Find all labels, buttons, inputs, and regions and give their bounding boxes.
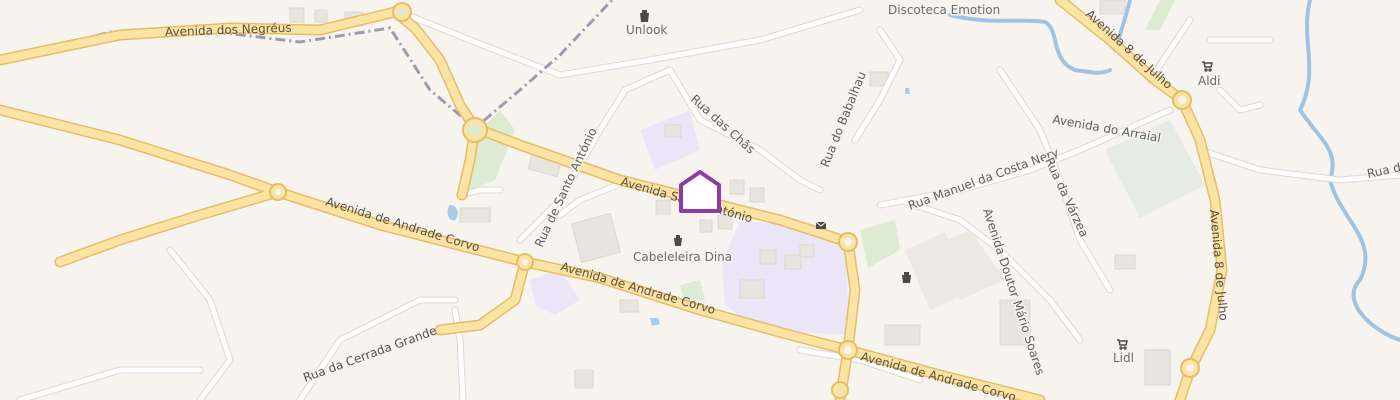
- park-area-east: [860, 220, 900, 268]
- poi-post-office[interactable]: [815, 221, 827, 229]
- major-road-casings: [0, 0, 1228, 400]
- map-canvas: Avenida dos Negréus Avenida Santo Antóni…: [0, 0, 1400, 400]
- label-discoteca-emotion: Discoteca Emotion: [888, 3, 1000, 17]
- label-avenida-andrade-corvo: Avenida de Andrade Corvo: [859, 349, 1017, 400]
- education-area: [640, 110, 700, 170]
- shop-bag-icon: [640, 10, 649, 22]
- shop-bag-icon: [674, 235, 682, 246]
- label-avenida-andrade-corvo: Avenida de Andrade Corvo: [324, 194, 481, 254]
- label-rua-cerrada-grande: Rua da Cerrada Grande: [301, 323, 438, 384]
- roundabout-icon: [831, 381, 849, 399]
- home-marker-icon[interactable]: [679, 170, 721, 213]
- map-view[interactable]: Avenida dos Negréus Avenida Santo Antóni…: [0, 0, 1400, 400]
- shopping-cart-icon: [1202, 61, 1213, 72]
- shopping-cart-icon: [1117, 339, 1128, 350]
- label-avenida-negreus: Avenida dos Negréus: [165, 21, 292, 39]
- poi-supermarket[interactable]: [902, 272, 911, 283]
- major-road-spur-south: [436, 258, 529, 334]
- major-roads: [0, 0, 1226, 400]
- label-aldi: Aldi: [1198, 74, 1221, 88]
- park-area-north: [1145, 0, 1175, 30]
- label-lidl: Lidl: [1113, 351, 1134, 365]
- shop-bag-icon: [902, 272, 911, 283]
- label-rua-manuel-costa-nery: Rua Manuel da Costa Nery: [906, 145, 1060, 213]
- poi-lidl[interactable]: Lidl: [1112, 339, 1135, 367]
- railway-line: [0, 0, 614, 130]
- label-unlook: Unlook: [626, 23, 667, 37]
- label-rua-varzea: Rua da Várzea: [1042, 155, 1091, 239]
- poi-unlook[interactable]: Unlook: [625, 10, 669, 39]
- label-rua-babalhau: Rua do Babalhau: [818, 69, 869, 169]
- label-cabeleireira: Cabeleleira Dina: [633, 250, 732, 264]
- poi-aldi[interactable]: Aldi: [1197, 61, 1222, 90]
- home-marker[interactable]: [679, 170, 721, 213]
- poi-cabeleireira[interactable]: Cabeleleira Dina: [632, 235, 734, 266]
